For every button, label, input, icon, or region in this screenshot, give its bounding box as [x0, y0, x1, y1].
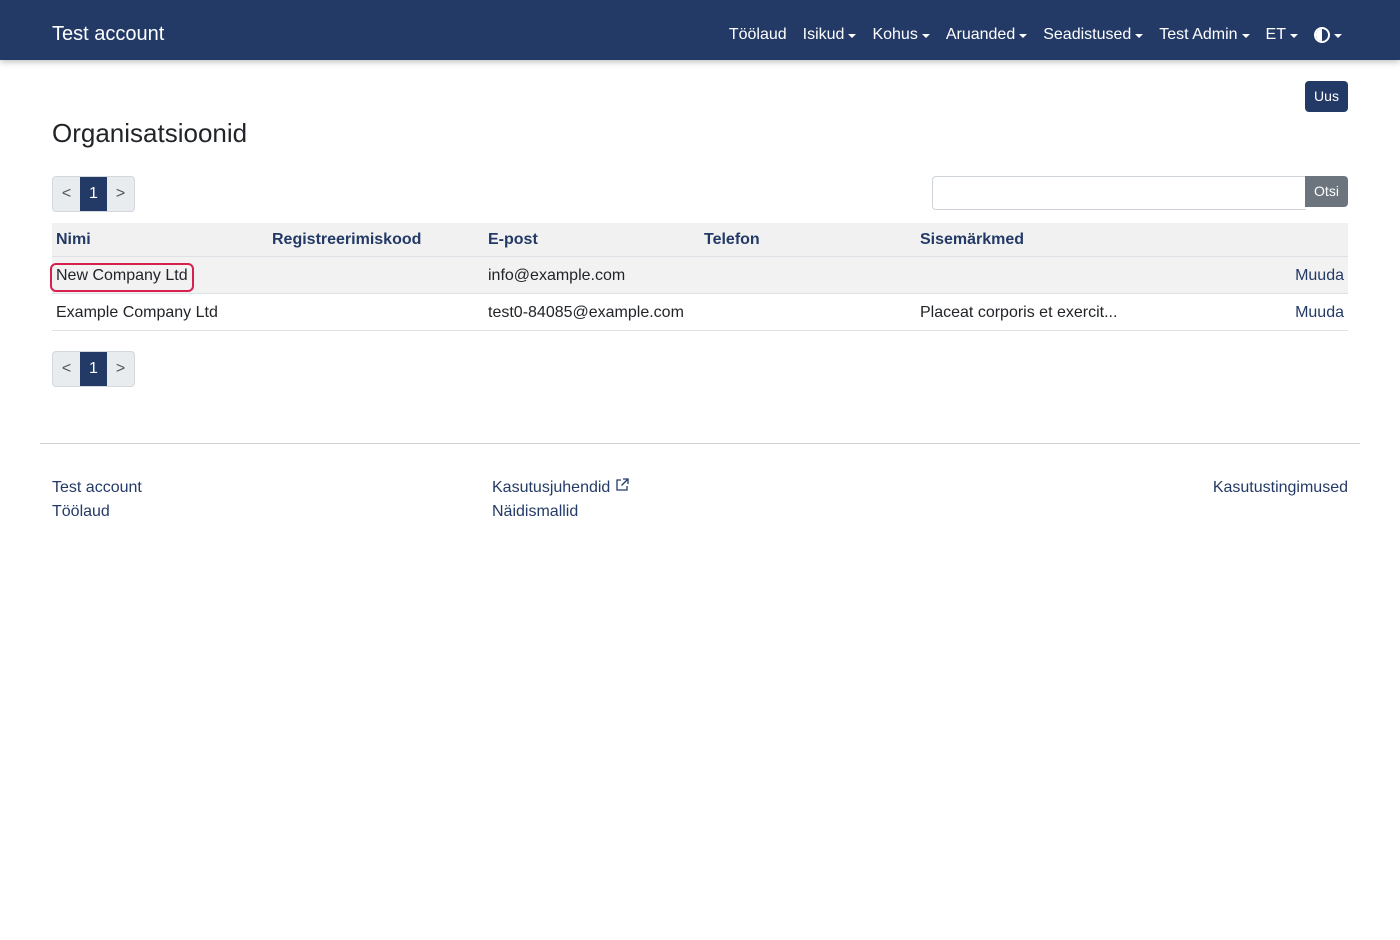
pagination-page-button[interactable]: 1 — [80, 177, 107, 211]
pagination-top: < 1 > — [52, 176, 135, 212]
external-link-icon — [616, 478, 629, 491]
footer-link-user-guides[interactable]: Kasutusjuhendid — [492, 478, 630, 498]
edit-link[interactable]: Muuda — [1295, 267, 1344, 285]
navbar-brand[interactable]: Test account — [52, 22, 164, 46]
nav-item-toolaud[interactable]: Töölaud — [729, 24, 787, 46]
caret-down-icon — [921, 33, 930, 38]
navbar-menu: Töölaud Isikud Kohus Aruanded Seadistuse… — [713, 24, 1342, 46]
nav-item-user-menu[interactable]: Test Admin — [1159, 24, 1250, 46]
nav-item-seadistused[interactable]: Seadistused — [1043, 24, 1144, 46]
footer-link-sample-templates[interactable]: Näidismallid — [492, 502, 578, 522]
table-row: New Company Ltd info@example.com Muuda — [50, 257, 1348, 294]
cell-name[interactable]: New Company Ltd — [56, 267, 188, 285]
caret-down-icon — [1019, 33, 1028, 38]
nav-item-label: Töölaud — [728, 26, 787, 43]
caret-down-icon — [1334, 33, 1342, 38]
pagination-prev-button[interactable]: < — [53, 177, 80, 211]
contrast-icon — [1314, 27, 1330, 43]
table-row: Example Company Ltd test0-84085@example.… — [52, 294, 1348, 331]
column-header-phone[interactable]: Telefon — [704, 231, 760, 249]
column-header-name[interactable]: Nimi — [56, 231, 91, 249]
new-organisation-button[interactable]: Uus — [1305, 81, 1348, 112]
nav-item-aruanded[interactable]: Aruanded — [945, 24, 1028, 46]
column-header-notes[interactable]: Sisemärkmed — [920, 231, 1024, 249]
footer-link-terms[interactable]: Kasutustingimused — [1213, 478, 1348, 498]
pagination-prev-button[interactable]: < — [53, 352, 80, 386]
organisations-table: Nimi Registreerimiskood E-post Telefon S… — [50, 223, 1348, 331]
cell-email: info@example.com — [488, 267, 626, 284]
nav-item-label: Kohus — [872, 26, 918, 43]
caret-down-icon — [848, 33, 857, 38]
cell-email: test0-84085@example.com — [488, 304, 684, 321]
pagination-next-button[interactable]: > — [107, 177, 134, 211]
nav-item-label: Seadistused — [1043, 26, 1132, 43]
nav-item-kohus[interactable]: Kohus — [872, 24, 930, 46]
pagination-next-button[interactable]: > — [107, 352, 134, 386]
nav-item-isikud[interactable]: Isikud — [803, 24, 857, 46]
nav-item-label: ET — [1265, 26, 1286, 43]
search-input[interactable] — [932, 176, 1306, 210]
top-navbar: Test account Töölaud Isikud Kohus Aruand… — [0, 0, 1400, 60]
nav-item-label: Aruanded — [945, 26, 1016, 43]
theme-toggle[interactable] — [1314, 27, 1342, 43]
footer-link-dashboard[interactable]: Töölaud — [52, 502, 110, 522]
caret-down-icon — [1241, 33, 1250, 38]
search-button[interactable]: Otsi — [1305, 176, 1348, 207]
pagination-bottom: < 1 > — [52, 351, 135, 387]
caret-down-icon — [1290, 33, 1298, 38]
column-header-reg-code[interactable]: Registreerimiskood — [272, 231, 421, 249]
nav-item-label: Isikud — [802, 26, 845, 43]
footer-link-account[interactable]: Test account — [52, 478, 142, 498]
caret-down-icon — [1135, 33, 1144, 38]
nav-item-label: Test Admin — [1159, 26, 1238, 43]
cell-name[interactable]: Example Company Ltd — [56, 304, 218, 322]
footer-link-label: Kasutusjuhendid — [492, 479, 611, 496]
footer-divider — [40, 443, 1360, 444]
pagination-page-button[interactable]: 1 — [80, 352, 107, 386]
edit-link[interactable]: Muuda — [1295, 304, 1344, 322]
cell-notes: Placeat corporis et exercit... — [920, 304, 1118, 321]
table-header: Nimi Registreerimiskood E-post Telefon S… — [52, 223, 1348, 257]
column-header-email[interactable]: E-post — [488, 231, 538, 249]
nav-item-language[interactable]: ET — [1266, 24, 1298, 46]
page-title: Organisatsioonid — [52, 118, 248, 148]
